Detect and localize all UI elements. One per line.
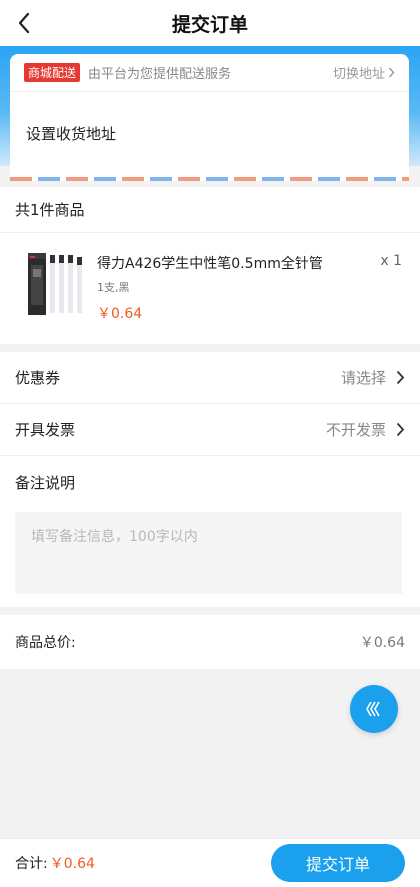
chevron-right-icon <box>396 422 405 437</box>
invoice-label: 开具发票 <box>15 421 76 439</box>
invoice-value-text: 不开发票 <box>325 421 386 439</box>
chevron-right-icon <box>396 370 405 385</box>
remark-input[interactable] <box>15 512 402 594</box>
product-name: 得力A426学生中性笔0.5mm全针管 <box>97 256 323 272</box>
set-address-label: 设置收货地址 <box>26 124 117 143</box>
address-card: 商城配送 由平台为您提供配送服务 切换地址 设置收货地址 <box>10 54 409 181</box>
chevron-left-icon <box>18 12 30 34</box>
coupon-value-text: 请选择 <box>340 369 386 387</box>
product-spec: 1支,黑 <box>97 281 130 294</box>
page-title: 提交订单 <box>171 13 248 36</box>
mall-delivery-badge: 商城配送 <box>24 63 81 82</box>
delivery-provider-text: 由平台为您提供配送服务 <box>88 67 232 82</box>
floating-menu-button[interactable] <box>350 685 398 733</box>
sum-label: 合计: <box>15 856 48 872</box>
invoice-value: 不开发票 <box>326 419 405 440</box>
goods-count: 共1件商品 <box>0 187 420 233</box>
airmail-border <box>10 177 409 181</box>
goods-total-value: ￥0.64 <box>359 635 405 651</box>
set-address-button[interactable]: 设置收货地址 <box>10 92 409 174</box>
order-options: 优惠券 请选择 开具发票 不开发票 备注说明 <box>0 352 420 607</box>
switch-address-label: 切换地址 <box>332 67 385 82</box>
product-image <box>16 245 86 321</box>
product-quantity: x 1 <box>380 253 402 269</box>
chevron-right-icon <box>388 67 395 78</box>
invoice-row[interactable]: 开具发票 不开发票 <box>0 404 420 456</box>
coupon-value: 请选择 <box>341 367 405 388</box>
back-button[interactable] <box>8 7 40 39</box>
header-bar: 提交订单 <box>0 0 420 46</box>
submit-order-button[interactable]: 提交订单 <box>271 844 405 882</box>
switch-address-button[interactable]: 切换地址 <box>333 63 395 82</box>
triple-chevron-left-icon <box>366 701 380 717</box>
remark-label: 备注说明 <box>15 474 76 492</box>
delivery-info: 商城配送 由平台为您提供配送服务 切换地址 <box>10 54 409 92</box>
product-price: ￥0.64 <box>97 306 143 322</box>
goods-total-label: 商品总价: <box>15 635 76 651</box>
coupon-label: 优惠券 <box>15 369 61 387</box>
goods-item[interactable]: 得力A426学生中性笔0.5mm全针管 x 1 1支,黑 ￥0.64 <box>0 233 420 344</box>
goods-total-row: 商品总价: ￥0.64 <box>0 615 420 669</box>
goods-section: 共1件商品 得力A426学生中性笔0.5mm全针管 x 1 1支,黑 ￥0.64 <box>0 187 420 344</box>
bottom-bar: 合计: ￥0.64 提交订单 <box>0 838 420 887</box>
coupon-row[interactable]: 优惠券 请选择 <box>0 352 420 404</box>
sum-value: ￥0.64 <box>49 856 95 872</box>
